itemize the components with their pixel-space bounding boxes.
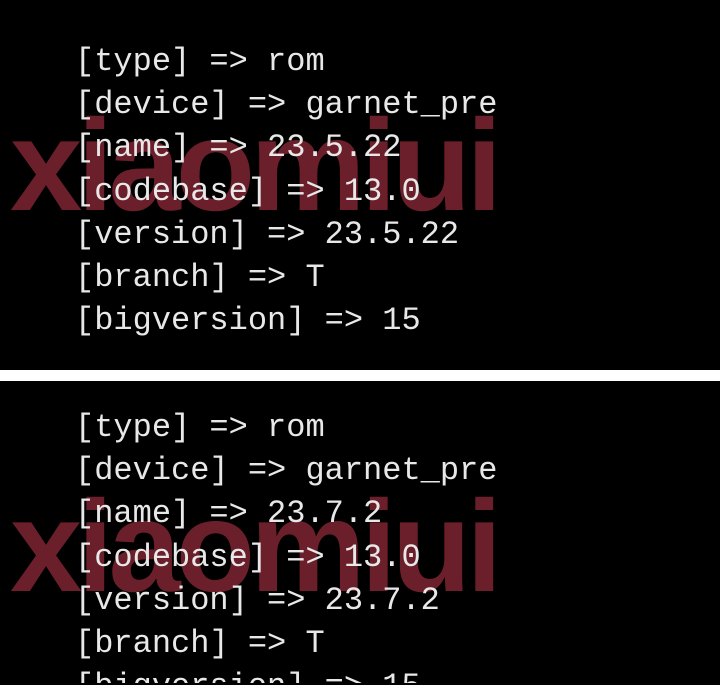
key-label: name — [75, 129, 190, 166]
output-line: type rom — [75, 406, 720, 449]
value-text: rom — [267, 43, 325, 80]
key-label: branch — [75, 625, 229, 662]
value-text: 23.5.22 — [267, 129, 401, 166]
value-text: 15 — [382, 668, 420, 683]
arrow-separator — [190, 495, 267, 532]
value-text: rom — [267, 409, 325, 446]
arrow-separator — [267, 173, 344, 210]
terminal-panel-1: xiaomiui typerom devicegarnet_pre name23… — [0, 0, 720, 370]
value-text: 23.7.2 — [325, 582, 440, 619]
arrow-separator — [190, 129, 267, 166]
arrow-separator — [229, 625, 306, 662]
value-text: 23.5.22 — [325, 216, 459, 253]
output-line-partial: bigversion 15 — [75, 665, 720, 683]
arrow-separator — [305, 302, 382, 339]
terminal-panel-2: xiaomiui typerom devicegarnet_pre name23… — [0, 381, 720, 685]
arrow-separator — [190, 43, 267, 80]
key-label: version — [75, 582, 248, 619]
panel-divider — [0, 370, 720, 381]
output-line: version 23.5.22 — [75, 213, 720, 256]
key-label: name — [75, 495, 190, 532]
output-line: type rom — [75, 40, 720, 83]
output-line: device garnet_pre — [75, 449, 720, 492]
output-line: codebase 13.0 — [75, 536, 720, 579]
value-text: 15 — [382, 302, 420, 339]
output-line: name 23.7.2 — [75, 492, 720, 535]
key-label: type — [75, 409, 190, 446]
key-label: device — [75, 86, 229, 123]
value-text: T — [305, 259, 324, 296]
output-line: device garnet_pre — [75, 83, 720, 126]
value-text: garnet_pre — [305, 86, 497, 123]
arrow-separator — [229, 259, 306, 296]
output-line: branch T — [75, 622, 720, 665]
key-label: type — [75, 43, 190, 80]
arrow-separator — [190, 409, 267, 446]
arrow-separator — [229, 86, 306, 123]
key-label: bigversion — [75, 668, 305, 683]
output-line: version 23.7.2 — [75, 579, 720, 622]
value-text: 13.0 — [344, 173, 421, 210]
key-label: branch — [75, 259, 229, 296]
key-label: version — [75, 216, 248, 253]
arrow-separator — [248, 582, 325, 619]
key-label: bigversion — [75, 302, 305, 339]
key-label: codebase — [75, 173, 267, 210]
output-line: name 23.5.22 — [75, 126, 720, 169]
value-text: T — [305, 625, 324, 662]
arrow-separator — [305, 668, 382, 683]
arrow-separator — [229, 452, 306, 489]
key-label: codebase — [75, 539, 267, 576]
key-label: device — [75, 452, 229, 489]
output-line: codebase 13.0 — [75, 170, 720, 213]
output-line: bigversion 15 — [75, 299, 720, 342]
output-line: branch T — [75, 256, 720, 299]
value-text: 13.0 — [344, 539, 421, 576]
arrow-separator — [267, 539, 344, 576]
arrow-separator — [248, 216, 325, 253]
value-text: garnet_pre — [305, 452, 497, 489]
value-text: 23.7.2 — [267, 495, 382, 532]
